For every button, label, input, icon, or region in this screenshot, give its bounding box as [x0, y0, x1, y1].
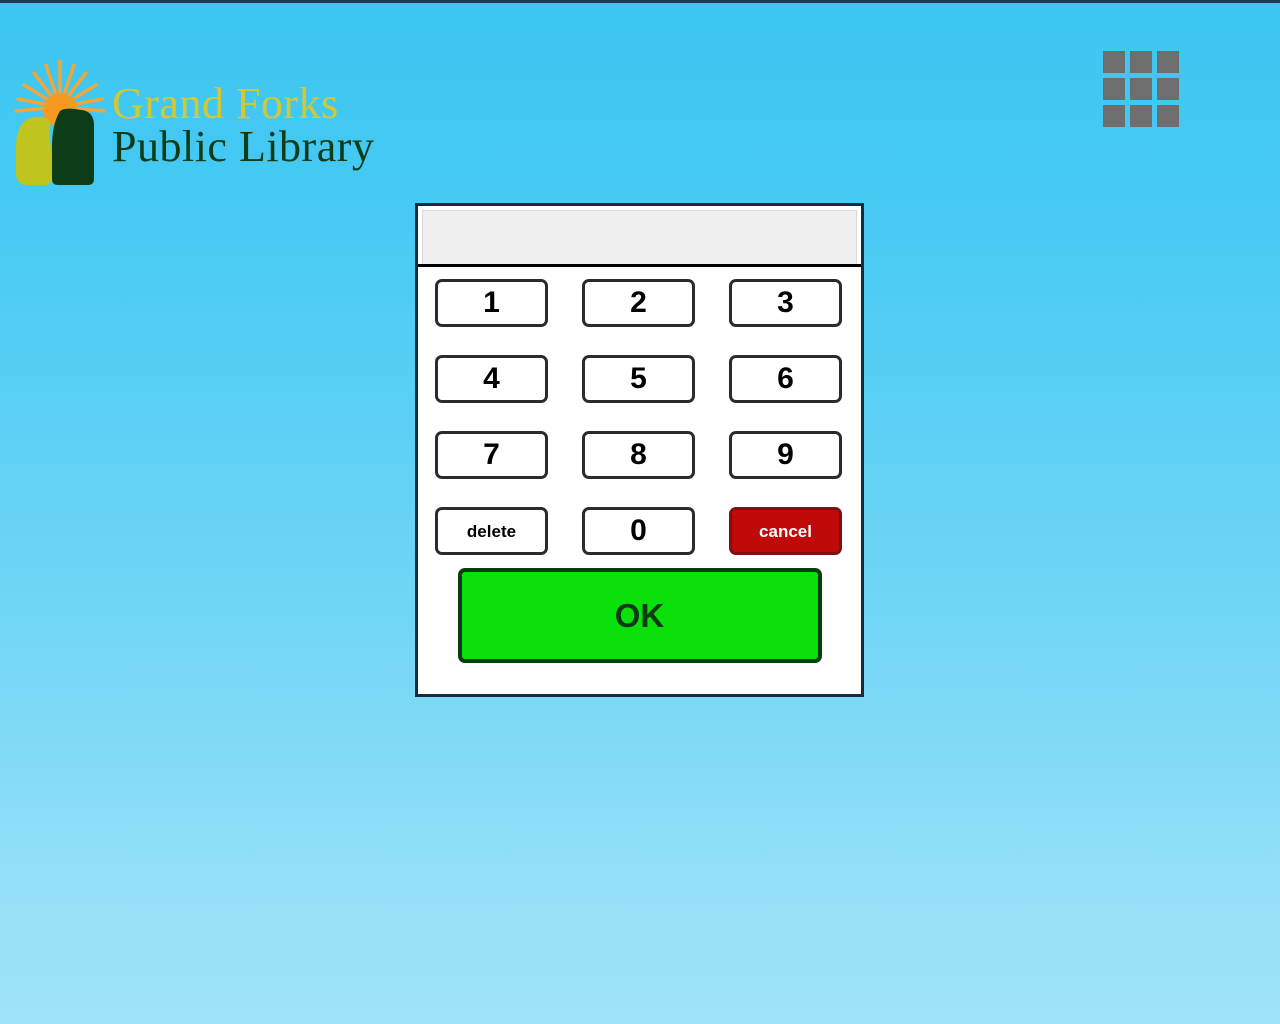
key-7[interactable]: 7 [435, 431, 548, 479]
grid-cell [1130, 78, 1152, 100]
logo-line-grand-forks: Grand Forks [112, 79, 339, 128]
library-logo: Grand Forks Public Library [8, 55, 408, 190]
grid-cell [1103, 105, 1125, 127]
key-4[interactable]: 4 [435, 355, 548, 403]
key-8[interactable]: 8 [582, 431, 695, 479]
key-3[interactable]: 3 [729, 279, 842, 327]
key-delete[interactable]: delete [435, 507, 548, 555]
key-cancel[interactable]: cancel [729, 507, 842, 555]
key-1[interactable]: 1 [435, 279, 548, 327]
key-2[interactable]: 2 [582, 279, 695, 327]
grid-cell [1157, 105, 1179, 127]
ok-button[interactable]: OK [457, 568, 822, 663]
apps-grid-icon[interactable] [1103, 51, 1181, 127]
keypad-key-grid: 1 2 3 4 5 6 7 8 9 delete 0 cancel [418, 267, 861, 555]
pin-keypad-dialog: 1 2 3 4 5 6 7 8 9 delete 0 cancel OK [415, 203, 864, 697]
grid-cell [1157, 51, 1179, 73]
ok-row: OK [418, 555, 861, 663]
logo-line-public-library: Public Library [112, 122, 375, 172]
grid-cell [1103, 78, 1125, 100]
grid-cell [1103, 51, 1125, 73]
grid-cell [1157, 78, 1179, 100]
key-6[interactable]: 6 [729, 355, 842, 403]
key-0[interactable]: 0 [582, 507, 695, 555]
grid-cell [1130, 51, 1152, 73]
key-9[interactable]: 9 [729, 431, 842, 479]
logo-mark-icon [14, 59, 106, 185]
pin-display-field[interactable] [422, 210, 857, 264]
top-accent-bar [0, 0, 1280, 3]
grid-cell [1130, 105, 1152, 127]
key-5[interactable]: 5 [582, 355, 695, 403]
logo-wordmark: Grand Forks Public Library [112, 79, 412, 172]
